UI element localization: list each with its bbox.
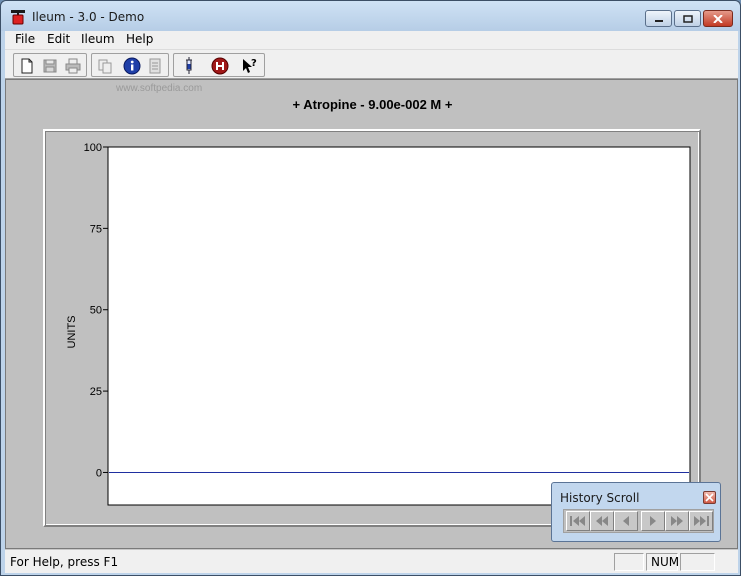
history-first-button[interactable]	[566, 511, 590, 531]
menu-bar: File Edit Ileum Help	[5, 31, 738, 49]
print-button[interactable]	[63, 56, 83, 76]
status-bar: For Help, press F1 NUM	[5, 549, 738, 573]
menu-file[interactable]: File	[15, 32, 35, 46]
y-tick-label: 100	[84, 142, 102, 154]
svg-text:?: ?	[251, 58, 257, 69]
syringe-icon	[186, 57, 192, 74]
status-help-text: For Help, press F1	[10, 555, 119, 569]
context-help-button[interactable]: ?	[240, 56, 260, 76]
toolbar-group-file	[13, 53, 87, 77]
chart-view: www.softpedia.com + Atropine - 9.00e-002…	[5, 79, 738, 549]
menu-help[interactable]: Help	[126, 32, 153, 46]
menu-ileum[interactable]: Ileum	[81, 32, 115, 46]
watermark-text: www.softpedia.com	[116, 83, 203, 94]
toolbar-group-tools: ?	[173, 53, 265, 77]
close-icon	[713, 14, 723, 23]
history-rewind-button[interactable]	[590, 511, 614, 531]
history-back-button[interactable]	[614, 511, 638, 531]
print-icon	[65, 58, 81, 74]
copy-button[interactable]	[95, 56, 115, 76]
new-document-icon	[21, 58, 33, 74]
step-forward-icon	[650, 516, 656, 526]
chart-plot: 0 25 50 75 100 UNITS	[66, 142, 691, 506]
minimize-icon	[654, 19, 663, 22]
history-scroll-title: History Scroll	[560, 491, 640, 505]
skip-to-end-icon	[694, 516, 709, 526]
close-button[interactable]	[703, 10, 733, 27]
y-tick-label: 50	[90, 305, 102, 317]
history-last-button[interactable]	[689, 511, 713, 531]
history-button-row	[563, 509, 714, 533]
maximize-icon	[682, 14, 693, 23]
y-tick-label: 25	[90, 386, 102, 398]
history-fast-forward-button[interactable]	[665, 511, 689, 531]
minimize-button[interactable]	[645, 10, 672, 27]
status-panel-num: NUM	[646, 553, 679, 571]
status-panel-scroll	[680, 553, 715, 571]
info-button[interactable]	[122, 56, 142, 76]
new-button[interactable]	[17, 56, 37, 76]
history-forward-button[interactable]	[641, 511, 665, 531]
window-title: Ileum - 3.0 - Demo	[32, 10, 145, 24]
menu-edit[interactable]: Edit	[47, 32, 70, 46]
copy-icon	[98, 59, 112, 74]
report-icon	[149, 58, 161, 74]
help-h-icon	[211, 57, 229, 75]
fast-forward-icon	[671, 516, 683, 526]
skip-to-start-icon	[570, 516, 585, 526]
info-icon	[123, 57, 141, 75]
title-bar[interactable]: Ileum - 3.0 - Demo	[1, 1, 740, 31]
maximize-button[interactable]	[674, 10, 701, 27]
save-icon	[43, 59, 57, 73]
ileum-app-icon	[11, 10, 25, 25]
close-icon	[705, 493, 714, 502]
report-button[interactable]	[145, 56, 165, 76]
chart-title: + Atropine - 9.00e-002 M +	[292, 97, 453, 112]
toolbar: ?	[5, 49, 738, 79]
rewind-icon	[596, 516, 608, 526]
help-h-button[interactable]	[210, 56, 230, 76]
context-help-icon: ?	[243, 58, 257, 73]
main-window: Ileum - 3.0 - Demo File Edit Ileum Help	[0, 0, 741, 576]
history-close-button[interactable]	[703, 491, 716, 504]
y-tick-label: 0	[96, 467, 102, 479]
chart-frame: 0 25 50 75 100 UNITS	[43, 129, 701, 527]
syringe-button[interactable]	[179, 56, 199, 76]
y-axis-label: UNITS	[66, 316, 78, 349]
toolbar-group-edit	[91, 53, 169, 77]
plot-area	[107, 146, 691, 506]
history-scroll-window[interactable]: History Scroll	[551, 482, 721, 542]
status-panel-caps	[614, 553, 644, 571]
y-tick-label: 75	[90, 223, 102, 235]
step-back-icon	[623, 516, 629, 526]
save-button[interactable]	[40, 56, 60, 76]
